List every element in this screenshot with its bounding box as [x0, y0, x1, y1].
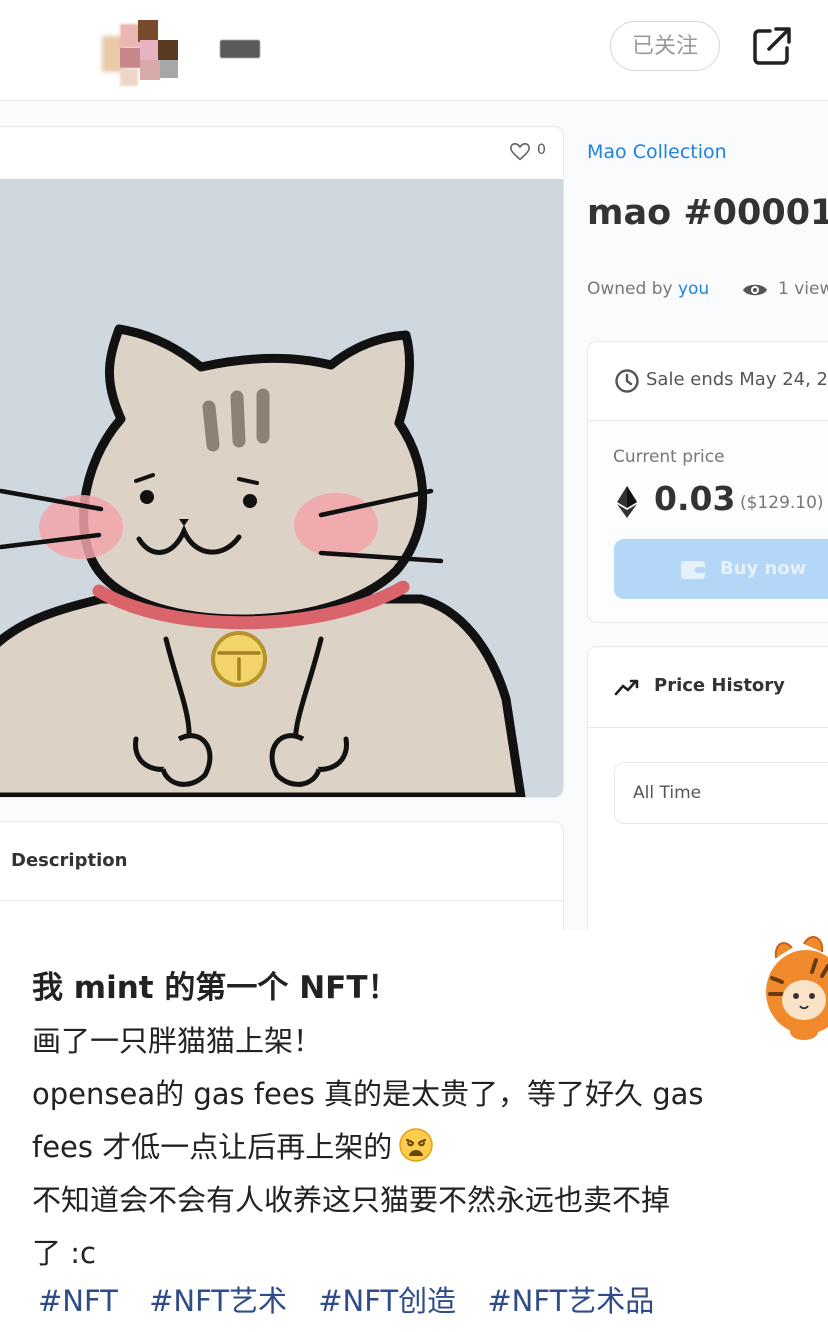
post-line: 不知道会不会有人收养这只猫要不然永远也卖不掉 — [32, 1183, 671, 1217]
heart-icon[interactable] — [509, 141, 531, 163]
price-panel: Current price 0.03 ($129.10) Buy now — [588, 421, 828, 621]
cat-illustration — [0, 324, 526, 797]
buy-now-button[interactable]: Buy now — [614, 539, 828, 599]
current-price-label: Current price — [613, 447, 725, 467]
time-range-select[interactable]: All Time — [614, 762, 828, 824]
weary-face-emoji — [399, 1128, 433, 1162]
ethereum-icon — [617, 486, 637, 518]
sale-card: Sale ends May 24, 2 Current price 0.03 (… — [587, 341, 828, 623]
owner-link[interactable]: you — [678, 279, 709, 299]
nft-listing-screenshot: 0 Description Mao Collection mao #00001 … — [0, 101, 828, 930]
avatar[interactable] — [98, 18, 182, 88]
divider — [0, 900, 563, 901]
tiger-mascot-sticker[interactable] — [754, 930, 828, 1040]
clock-icon — [615, 369, 639, 393]
price-history-header[interactable]: Price History — [588, 647, 828, 728]
eye-icon — [743, 284, 767, 296]
post-title: 我 mint 的第一个 NFT！ — [32, 970, 399, 1006]
price-history-title: Price History — [654, 675, 785, 696]
hashtag[interactable]: #NFT艺术品 — [487, 1284, 654, 1318]
post-line: opensea的 gas fees 真的是太贵了，等了好久 gas — [32, 1077, 704, 1111]
post-line-with-emoji: fees 才低一点让后再上架的 — [32, 1124, 434, 1166]
price-history-card: Price History All Time — [587, 646, 828, 930]
share-icon[interactable] — [750, 24, 794, 68]
owner-row: Owned by you — [587, 279, 709, 299]
post-line: 画了一只胖猫猫上架！ — [32, 1024, 323, 1058]
hashtag[interactable]: #NFT艺术 — [149, 1284, 287, 1318]
price-value: 0.03 — [654, 479, 736, 518]
follow-button[interactable]: 已关注 — [610, 21, 720, 71]
buy-now-label: Buy now — [720, 558, 807, 579]
post-header: 已关注 — [0, 0, 828, 101]
description-card: Description — [0, 821, 564, 930]
post-body: 我 mint 的第一个 NFT！ 画了一只胖猫猫上架！ opensea的 gas… — [0, 930, 828, 1332]
sale-timer: Sale ends May 24, 2 — [588, 342, 828, 421]
artwork-card: 0 — [0, 126, 564, 798]
hashtag[interactable]: #NFT — [38, 1284, 118, 1318]
username[interactable] — [220, 40, 260, 58]
nft-title: mao #00001 — [587, 193, 828, 233]
description-heading[interactable]: Description — [11, 850, 127, 871]
wallet-icon — [681, 561, 705, 579]
view-count: 1 view — [778, 279, 828, 299]
like-row: 0 — [0, 127, 563, 180]
trend-icon — [614, 679, 639, 696]
price-usd: ($129.10) — [740, 493, 824, 513]
hashtag-row: #NFT #NFT艺术 #NFT创造 #NFT艺术品 — [38, 1278, 676, 1320]
like-count: 0 — [537, 142, 546, 158]
owned-by-label: Owned by — [587, 279, 678, 299]
time-range-value: All Time — [633, 783, 702, 803]
hashtag[interactable]: #NFT创造 — [318, 1284, 456, 1318]
post-line: 了 :c — [32, 1236, 96, 1270]
post-line-text: fees 才低一点让后再上架的 — [32, 1130, 393, 1164]
collection-link[interactable]: Mao Collection — [587, 141, 727, 163]
sale-ends-text: Sale ends May 24, 2 — [646, 369, 828, 390]
nft-artwork[interactable] — [0, 179, 563, 797]
